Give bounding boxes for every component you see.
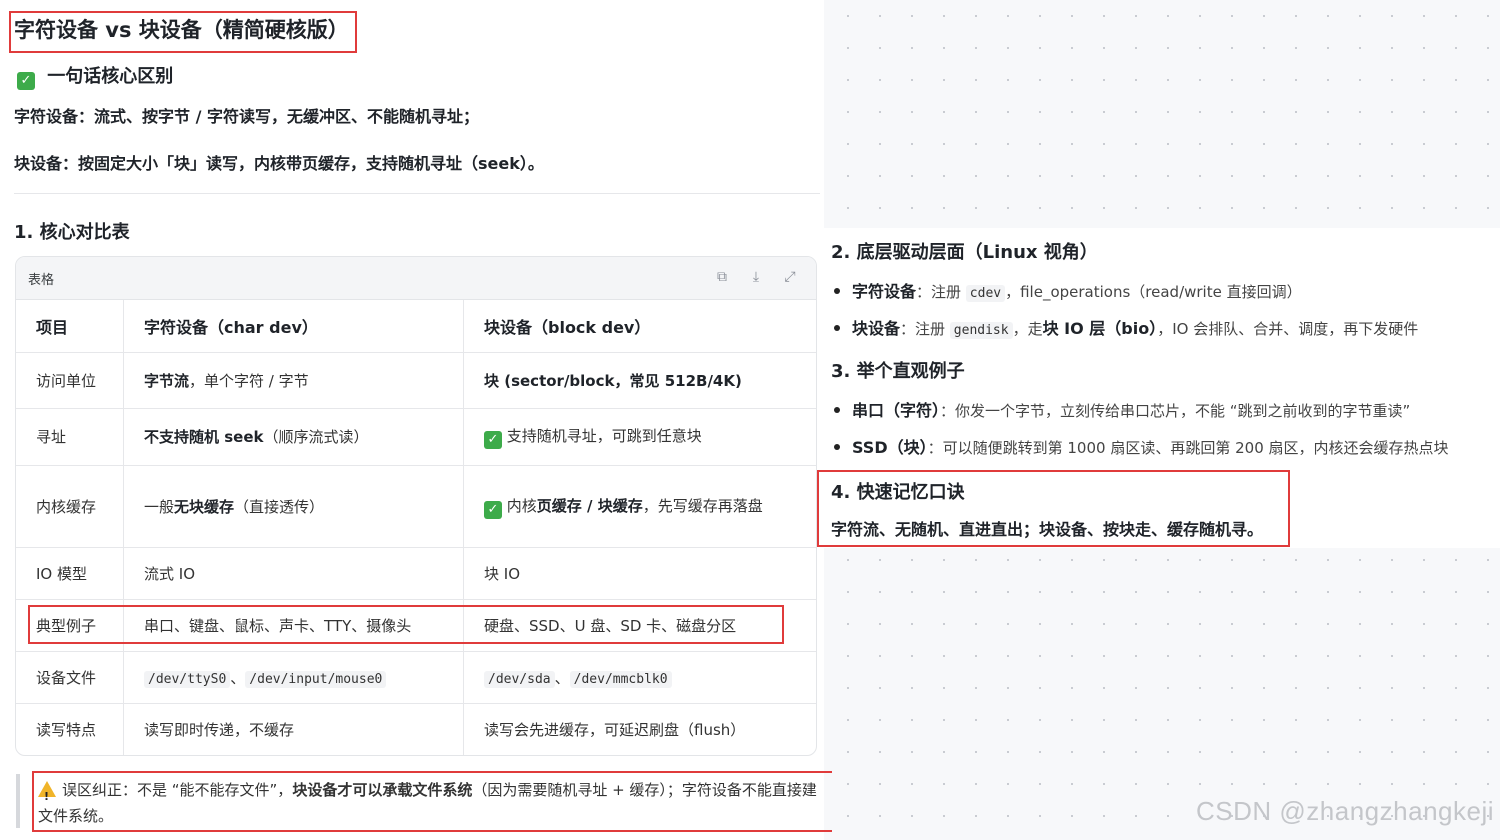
mnemonic-highlight-box bbox=[817, 470, 1290, 547]
summary-heading: 一句话核心区别 bbox=[47, 66, 174, 87]
table-card-label: 表格 bbox=[28, 273, 55, 288]
item-bold: 串口（字符） bbox=[852, 401, 941, 420]
char-cell: 不支持随机 seek（顺序流式读） bbox=[123, 408, 464, 466]
separator: 、 bbox=[554, 668, 570, 687]
block-cell-text: 支持随机寻址，可跳到任意块 bbox=[506, 426, 702, 445]
block-cell: ✓ 支持随机寻址，可跳到任意块 bbox=[463, 408, 816, 466]
table-row: 内核缓存 一般无块缓存（直接透传） ✓ 内核页缓存 / 块缓存，先写缓存再落盘 bbox=[16, 465, 816, 548]
copy-icon[interactable]: ⧉ bbox=[713, 268, 731, 286]
item-text: ：可以随便跳转到第 1000 扇区读、再跳回第 200 扇区，内核还会缓存热点块 bbox=[927, 439, 1449, 457]
char-cell: 一般无块缓存（直接透传） bbox=[123, 465, 464, 548]
char-cell: 流式 IO bbox=[123, 547, 464, 600]
section1-heading: 1. 核心对比表 bbox=[14, 222, 130, 243]
table-row: 设备文件 /dev/ttyS0、/dev/input/mouse0 /dev/s… bbox=[16, 651, 816, 704]
block-cell: ✓ 内核页缓存 / 块缓存，先写缓存再落盘 bbox=[463, 465, 816, 548]
separator: 、 bbox=[230, 668, 246, 687]
char-cell-text: ，单个字符 / 字节 bbox=[189, 371, 309, 390]
list-item: 块设备：注册 gendisk ，走块 IO 层（bio），IO 会排队、合并、调度… bbox=[834, 315, 1418, 339]
block-summary-line: 块设备：按固定大小「块」读写，内核带页缓存，支持随机寻址（seek）。 bbox=[14, 154, 544, 173]
check-icon: ✓ bbox=[484, 430, 502, 449]
item-text: ，走 bbox=[1012, 320, 1043, 338]
code-gendisk: gendisk bbox=[949, 322, 1013, 339]
code-mmcblk: /dev/mmcblk0 bbox=[569, 670, 672, 688]
char-cell-bold: 无块缓存 bbox=[174, 497, 235, 516]
divider bbox=[14, 193, 820, 194]
char-cell-bold: 字节流 bbox=[144, 371, 190, 390]
section2-heading: 2. 底层驱动层面（Linux 视角） bbox=[831, 242, 1098, 263]
list-item: 字符设备：注册 cdev ，file_operations（read/write … bbox=[834, 278, 1302, 302]
item-bold: SSD（块） bbox=[852, 438, 928, 457]
char-summary-line: 字符设备：流式、按字节 / 字符读写，无缓冲区、不能随机寻址； bbox=[14, 107, 479, 126]
examples-row-highlight-box bbox=[28, 605, 784, 644]
table-row: 访问单位 字节流，单个字符 / 字节 块 (sector/block，常见 51… bbox=[16, 352, 816, 409]
block-cell-bold: 块 (sector/block，常见 512B/4K) bbox=[484, 371, 742, 390]
table-row: 寻址 不支持随机 seek（顺序流式读） ✓ 支持随机寻址，可跳到任意块 bbox=[16, 408, 816, 466]
code-tty: /dev/ttyS0 bbox=[144, 670, 231, 688]
section3-heading: 3. 举个直观例子 bbox=[831, 361, 965, 382]
table-row: 读写特点 读写即时传递，不缓存 读写会先进缓存，可延迟刷盘（flush） bbox=[16, 703, 816, 755]
block-cell-prefix: 内核 bbox=[506, 496, 537, 515]
watermark: CSDN @zhangzhangkeji bbox=[1196, 796, 1494, 826]
char-cell-text: （顺序流式读） bbox=[263, 428, 369, 446]
item-text: ，file_operations（read/write 直接回调） bbox=[1005, 283, 1302, 301]
code-mouse: /dev/input/mouse0 bbox=[245, 670, 387, 688]
row-item: 读写特点 bbox=[16, 703, 124, 755]
col-header-item: 项目 bbox=[16, 300, 124, 353]
block-cell: 块 (sector/block，常见 512B/4K) bbox=[463, 352, 816, 409]
item-bold: 块 IO 层（bio） bbox=[1042, 319, 1158, 338]
row-item: 访问单位 bbox=[16, 352, 124, 409]
title-highlight-box bbox=[9, 11, 357, 53]
char-cell-text: （直接透传） bbox=[234, 497, 325, 516]
item-bold: 块设备 bbox=[852, 319, 901, 338]
expand-icon[interactable]: ⤢ bbox=[781, 268, 799, 286]
row-item: 内核缓存 bbox=[16, 465, 124, 548]
char-cell: /dev/ttyS0、/dev/input/mouse0 bbox=[123, 651, 464, 704]
row-item: 设备文件 bbox=[16, 651, 124, 704]
row-item: 寻址 bbox=[16, 408, 124, 466]
summary-heading-row: ✓ 一句话核心区别 bbox=[17, 62, 173, 90]
table-header-row: 项目 字符设备（char dev） 块设备（block dev） bbox=[16, 300, 816, 353]
col-header-block: 块设备（block dev） bbox=[463, 300, 816, 353]
check-icon: ✓ bbox=[484, 500, 502, 519]
download-icon[interactable]: ⤓ bbox=[747, 268, 765, 286]
comparison-table-card: 表格 ⧉ ⤓ ⤢ 项目 字符设备（char dev） 块设备（block dev… bbox=[15, 256, 817, 756]
col-header-char: 字符设备（char dev） bbox=[123, 300, 464, 353]
block-cell: 块 IO bbox=[463, 547, 816, 600]
quote-bar bbox=[16, 774, 20, 828]
comparison-table: 项目 字符设备（char dev） 块设备（block dev） 访问单位 字节… bbox=[16, 300, 816, 755]
left-content-panel: 字符设备 vs 块设备（精简硬核版） ✓ 一句话核心区别 字符设备：流式、按字节… bbox=[0, 0, 832, 840]
table-row: IO 模型 流式 IO 块 IO bbox=[16, 547, 816, 600]
list-item: SSD（块）：可以随便跳转到第 1000 扇区读、再跳回第 200 扇区，内核还… bbox=[834, 434, 1449, 458]
code-sda: /dev/sda bbox=[484, 670, 555, 688]
char-cell-prefix: 一般 bbox=[144, 497, 175, 516]
item-bold: 字符设备 bbox=[852, 282, 917, 301]
block-cell: 读写会先进缓存，可延迟刷盘（flush） bbox=[484, 720, 746, 739]
item-text: ：注册 bbox=[900, 320, 950, 338]
list-item: 串口（字符）：你发一个字节，立刻传给串口芯片，不能 “跳到之前收到的字节重读” bbox=[834, 397, 1410, 421]
char-cell-bold: 不支持随机 seek bbox=[144, 428, 264, 446]
item-text: ，IO 会排队、合并、调度，再下发硬件 bbox=[1157, 320, 1419, 338]
row-item: IO 模型 bbox=[16, 547, 124, 600]
check-icon: ✓ bbox=[17, 72, 35, 90]
block-cell-text: ，先写缓存再落盘 bbox=[642, 496, 763, 515]
item-text: ：你发一个字节，立刻传给串口芯片，不能 “跳到之前收到的字节重读” bbox=[940, 402, 1411, 420]
warning-highlight-box bbox=[32, 771, 832, 832]
char-cell: 字节流，单个字符 / 字节 bbox=[123, 352, 464, 409]
table-card-header: 表格 ⧉ ⤓ ⤢ bbox=[16, 257, 816, 300]
char-cell: 读写即时传递，不缓存 bbox=[123, 703, 464, 755]
block-cell: /dev/sda、/dev/mmcblk0 bbox=[463, 651, 816, 704]
code-cdev: cdev bbox=[965, 285, 1006, 302]
block-cell-bold: 页缓存 / 块缓存 bbox=[536, 496, 643, 515]
item-text: ：注册 bbox=[916, 283, 966, 301]
